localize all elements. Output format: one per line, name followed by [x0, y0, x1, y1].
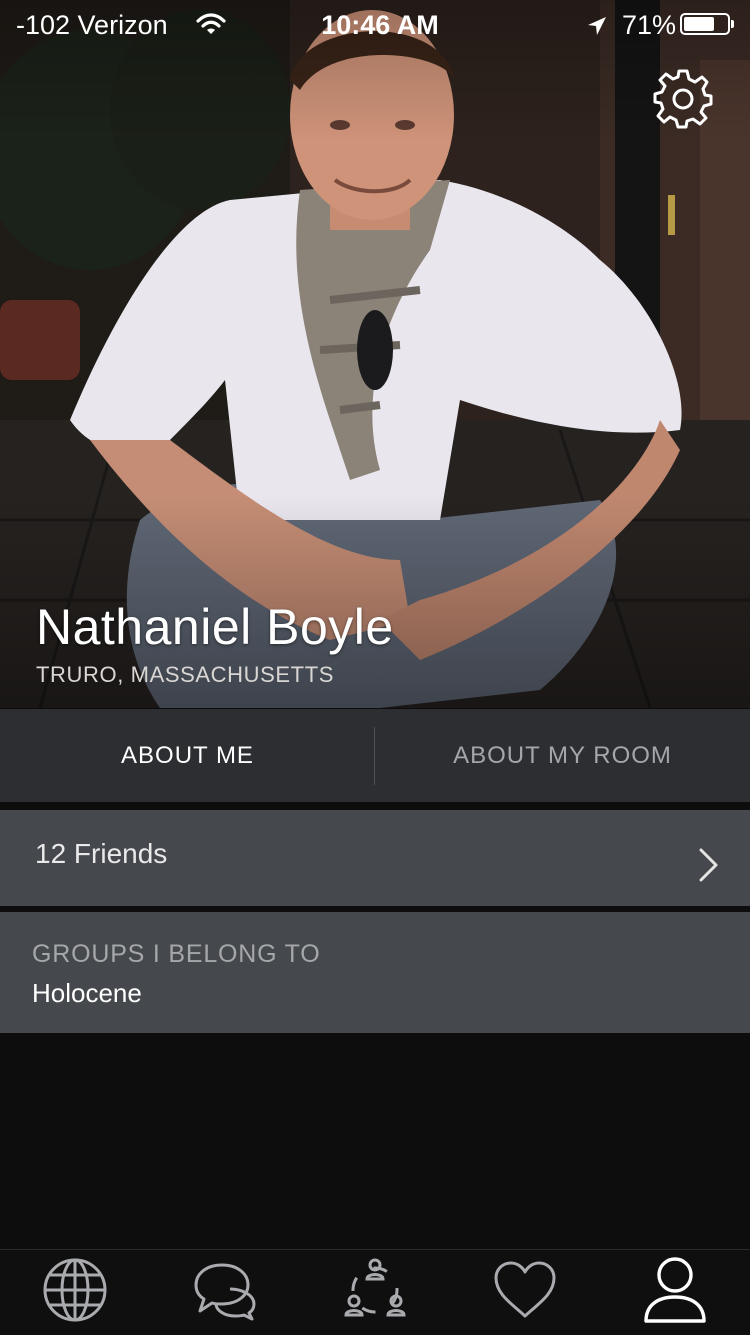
battery-percent: 71% — [622, 10, 677, 40]
tab-about-my-room[interactable]: ABOUT MY ROOM — [375, 709, 750, 802]
profile-name: Nathaniel Boyle — [36, 599, 394, 655]
heart-icon — [492, 1260, 558, 1325]
battery-icon — [680, 13, 734, 35]
profile-tabs: ABOUT ME ABOUT MY ROOM — [0, 709, 750, 802]
user-icon — [642, 1255, 708, 1330]
tab-bar-profile[interactable] — [600, 1250, 750, 1335]
friends-row[interactable]: 12 Friends — [0, 810, 750, 906]
friends-count-label: 12 Friends — [35, 838, 168, 869]
bottom-tab-bar — [0, 1249, 750, 1335]
tab-bar-globe[interactable] — [0, 1250, 150, 1335]
tab-divider — [374, 727, 375, 785]
tab-bar-favorites[interactable] — [450, 1250, 600, 1335]
tab-bar-messages[interactable] — [150, 1250, 300, 1335]
gear-icon[interactable] — [650, 66, 716, 132]
group-item[interactable]: Holocene — [32, 978, 142, 1009]
chevron-right-icon — [698, 848, 720, 887]
globe-icon — [42, 1257, 108, 1328]
location-arrow-icon — [586, 13, 608, 44]
group-icon — [342, 1257, 408, 1328]
groups-heading: GROUPS I BELONG TO — [32, 940, 321, 968]
tab-bar-groups[interactable] — [300, 1250, 450, 1335]
chat-bubbles-icon — [192, 1259, 258, 1326]
tab-about-me[interactable]: ABOUT ME — [0, 709, 375, 802]
groups-section: GROUPS I BELONG TO Holocene — [0, 912, 750, 1033]
battery-level-fill — [684, 17, 714, 31]
profile-location: TRURO, MASSACHUSETTS — [36, 662, 335, 687]
profile-header: -102 Verizon 10:46 AM 71% Nathaniel Boyl… — [0, 0, 750, 708]
status-bar: -102 Verizon 10:46 AM 71% — [0, 0, 750, 52]
battery-nub — [731, 20, 734, 28]
